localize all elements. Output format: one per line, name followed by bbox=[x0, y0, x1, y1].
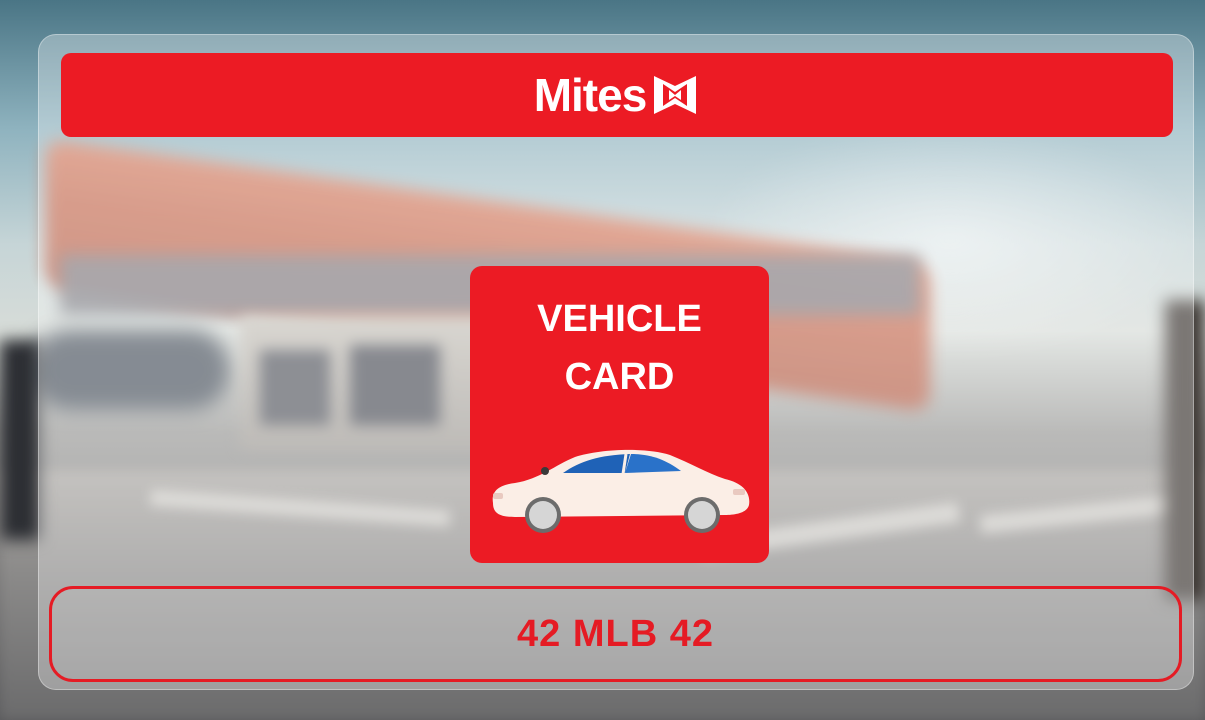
license-plate-field: 42 MLB 42 bbox=[49, 586, 1182, 682]
mites-m-logo-icon bbox=[654, 76, 697, 114]
vehicle-card-title-line1: VEHICLE bbox=[537, 298, 702, 340]
vehicle-card-tile[interactable]: VEHICLE CARD bbox=[470, 266, 769, 563]
brand-name: Mites bbox=[533, 69, 648, 121]
brand-header: Mites bbox=[61, 53, 1173, 137]
vehicle-card-title: VEHICLE CARD bbox=[470, 290, 769, 406]
license-plate-number: 42 MLB 42 bbox=[517, 612, 714, 655]
car-icon bbox=[492, 449, 750, 533]
brand-logo: Mites bbox=[534, 68, 701, 122]
vehicle-card-title-line2: CARD bbox=[564, 356, 675, 398]
